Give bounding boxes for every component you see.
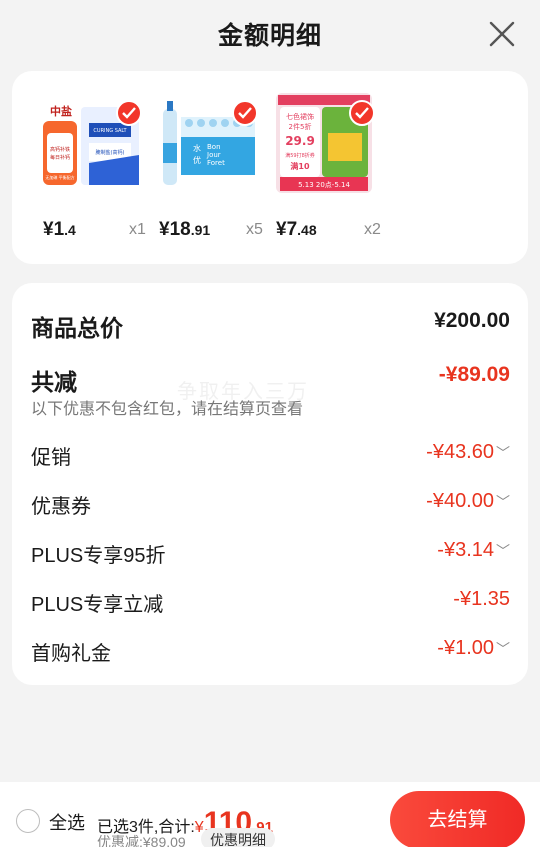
product-quantity: x1 (129, 221, 146, 238)
discount-value: -¥43.60 ﹀ (426, 441, 510, 463)
p3-price-text: 29.9 (285, 134, 315, 148)
discount-value: -¥40.00 ﹀ (426, 490, 510, 512)
total-price-value: ¥200.00 (434, 309, 510, 332)
p1-badge-top-text: 高钙补铁 (50, 146, 70, 153)
product-price: ¥1.4 (43, 219, 76, 240)
p2-line1-text: 水 (193, 143, 201, 153)
discount-note: 以下优惠不包含红包，请在结算页查看 (31, 401, 304, 418)
product-item[interactable]: 七色裙饰 2件5折 29.9 满59打8折券 满10 5.13 20点-5.14… (276, 93, 391, 243)
chevron-down-icon[interactable]: ﹀ (494, 541, 510, 561)
modal-header: 金额明细 (0, 0, 540, 70)
p2-line5-text: 优 (193, 155, 201, 165)
discount-summary: 优惠减:¥89.09 (97, 834, 186, 847)
discount-detail-button[interactable]: 优惠明细 (201, 828, 275, 847)
product-item[interactable]: 水 Bon Jour Foret 优 ¥18.91 x5 (159, 93, 274, 243)
p1-side-text: 无加碘 平衡配方 (45, 174, 74, 180)
discount-label: 优惠券 (31, 496, 91, 518)
p2-line4-text: Foret (207, 159, 225, 167)
total-price-label: 商品总价 (31, 315, 123, 341)
p1-badge-bottom-text: 每日补钙 (50, 154, 70, 161)
discount-label: 促销 (31, 447, 71, 469)
p1-label-en-text: CURING SALT (93, 128, 127, 134)
p3-tag-text: 满10 (290, 161, 310, 171)
chevron-down-icon[interactable]: ﹀ (494, 639, 510, 659)
product-quantity: x2 (364, 221, 381, 238)
total-reduce-value: -¥89.09 (438, 363, 510, 386)
p3-sub-text: 满59打8折券 (285, 152, 315, 159)
select-all-label[interactable]: 全选 (49, 809, 85, 835)
product-price: ¥18.91 (159, 219, 211, 240)
page-title: 金额明细 (217, 22, 322, 50)
products-card: 中盐 高钙补铁 每日补钙 CURING SALT 腌制盐(高钙) 无加碘 平衡配… (12, 71, 528, 264)
close-icon[interactable] (488, 20, 516, 48)
discount-label: 首购礼金 (31, 643, 111, 665)
p3-date-text: 5.13 20点-5.14 (298, 181, 350, 189)
p2-line3-text: Jour (206, 151, 221, 159)
price-detail-card: 争取年入三万 商品总价 ¥200.00 共减 -¥89.09 以下优惠不包含红包… (12, 283, 528, 685)
discount-label: PLUS专享95折 (31, 545, 166, 567)
product-price: ¥7.48 (276, 219, 317, 240)
checkout-bar: 全选 已选3件,合计:¥110.91 优惠减:¥89.09 优惠明细 去结算 (0, 782, 540, 847)
discount-label: PLUS专享立减 (31, 594, 164, 616)
p1-brand-text: 中盐 (50, 104, 72, 118)
checked-icon[interactable] (232, 100, 258, 126)
checked-icon[interactable] (116, 100, 142, 126)
checkout-button[interactable]: 去结算 (390, 791, 525, 847)
product-quantity: x5 (246, 221, 263, 238)
p1-label-cn-text: 腌制盐(高钙) (96, 149, 125, 156)
discount-value: -¥3.14 ﹀ (437, 539, 510, 561)
discount-value: -¥1.00 ﹀ (437, 637, 510, 659)
select-all-radio[interactable] (16, 809, 40, 833)
product-item[interactable]: 中盐 高钙补铁 每日补钙 CURING SALT 腌制盐(高钙) 无加碘 平衡配… (43, 93, 158, 243)
p3-top-text: 七色裙饰 (286, 112, 314, 121)
total-reduce-label: 共减 (31, 369, 77, 395)
p3-deal-text: 2件5折 (289, 122, 312, 131)
chevron-down-icon[interactable]: ﹀ (494, 492, 510, 512)
discount-value: -¥1.35 (453, 588, 510, 610)
checked-icon[interactable] (349, 100, 375, 126)
chevron-down-icon[interactable]: ﹀ (494, 443, 510, 463)
p2-line2-text: Bon (207, 143, 221, 151)
